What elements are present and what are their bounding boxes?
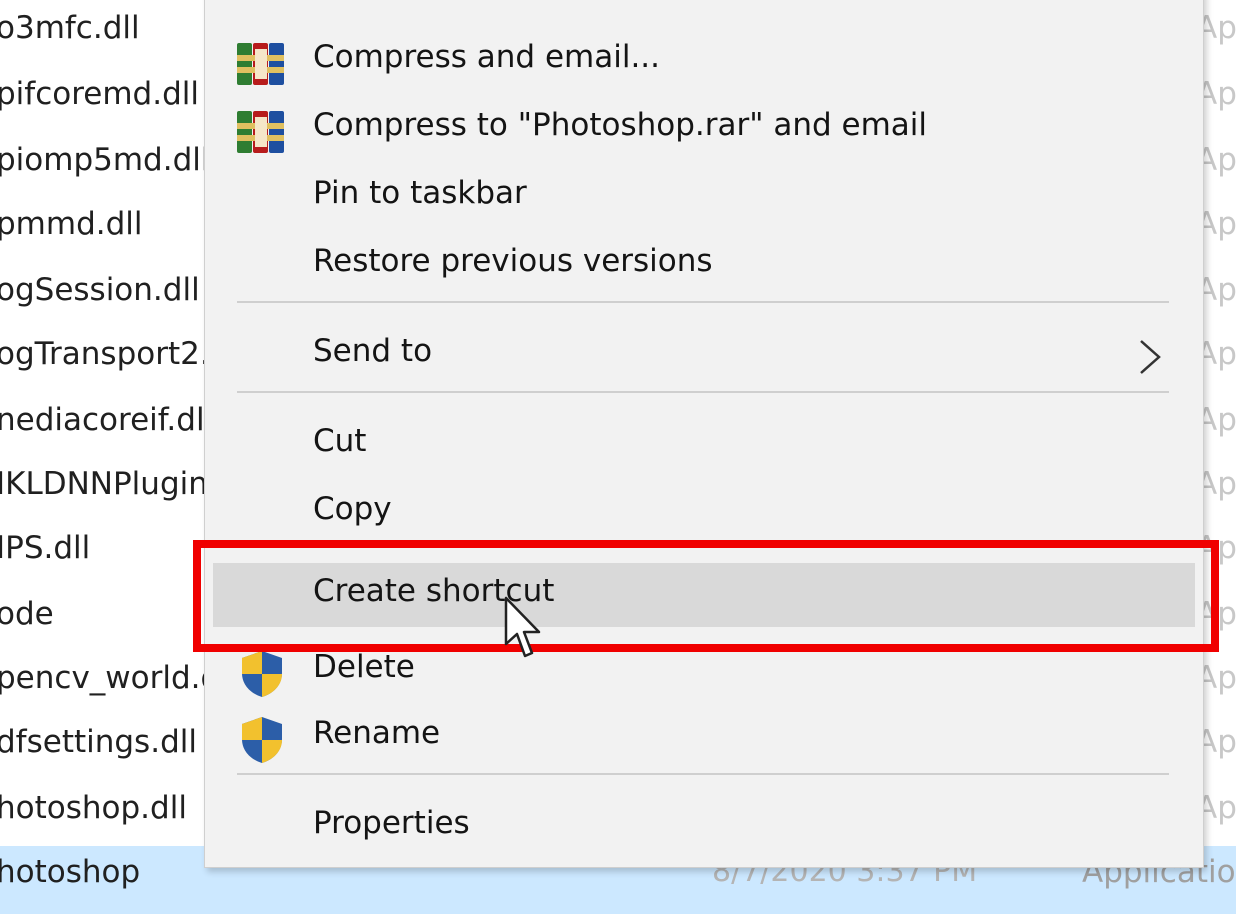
winrar-icon <box>235 39 287 89</box>
menu-separator <box>237 301 1169 303</box>
menu-item-properties[interactable]: Properties <box>205 797 1203 861</box>
menu-item-label: Send to <box>313 333 433 369</box>
file-name: ogTransport2.dll <box>0 336 206 372</box>
file-name: o3mfc.dll <box>0 10 140 46</box>
menu-item-cut[interactable]: Cut <box>205 415 1203 479</box>
winrar-icon <box>235 107 287 157</box>
file-name: pifcoremd.dll <box>0 76 199 112</box>
file-name: dfsettings.dll <box>0 724 197 760</box>
menu-item-label: Cut <box>313 423 367 459</box>
menu-item-send-to[interactable]: Send to <box>205 325 1203 389</box>
uac-shield-icon <box>239 649 285 699</box>
file-name: pmmd.dll <box>0 206 143 242</box>
menu-item-label: Pin to taskbar <box>313 175 527 211</box>
menu-item-partial[interactable] <box>205 0 1203 3</box>
highlight-box <box>193 540 1219 652</box>
menu-separator <box>237 773 1169 775</box>
file-name: ogSession.dll <box>0 272 200 308</box>
file-name: hotoshop <box>0 854 141 890</box>
menu-item-compress-email[interactable]: Compress and email... <box>205 31 1203 95</box>
file-name: pencv_world.dll <box>0 660 206 696</box>
menu-item-label: Compress and email... <box>313 39 661 75</box>
menu-item-restore-previous-versions[interactable]: Restore previous versions <box>205 235 1203 299</box>
menu-item-label: Delete <box>313 649 415 685</box>
uac-shield-icon <box>239 715 285 765</box>
file-name: ode <box>0 596 54 632</box>
menu-item-label: Compress to "Photoshop.rar" and email <box>313 107 928 143</box>
menu-item-label: Properties <box>313 805 470 841</box>
file-name: piomp5md.dll <box>0 142 206 178</box>
mouse-cursor-icon <box>504 596 544 662</box>
menu-item-rename[interactable]: Rename <box>205 707 1203 771</box>
file-name: IKLDNNPlugin.dll <box>0 466 206 502</box>
menu-item-pin-to-taskbar[interactable]: Pin to taskbar <box>205 167 1203 231</box>
file-name: IPS.dll <box>0 530 91 566</box>
menu-item-label: Rename <box>313 715 441 751</box>
menu-item-copy[interactable]: Copy <box>205 483 1203 547</box>
context-menu: Compress and email... Compress to "Photo… <box>204 0 1204 868</box>
chevron-right-icon <box>1137 339 1163 375</box>
menu-item-label: Copy <box>313 491 392 527</box>
file-name: hotoshop.dll <box>0 790 187 826</box>
menu-separator <box>237 391 1169 393</box>
file-name: nediacoreif.dll <box>0 402 206 438</box>
menu-item-label: Restore previous versions <box>313 243 713 279</box>
menu-item-compress-to-rar-email[interactable]: Compress to "Photoshop.rar" and email <box>205 99 1203 163</box>
